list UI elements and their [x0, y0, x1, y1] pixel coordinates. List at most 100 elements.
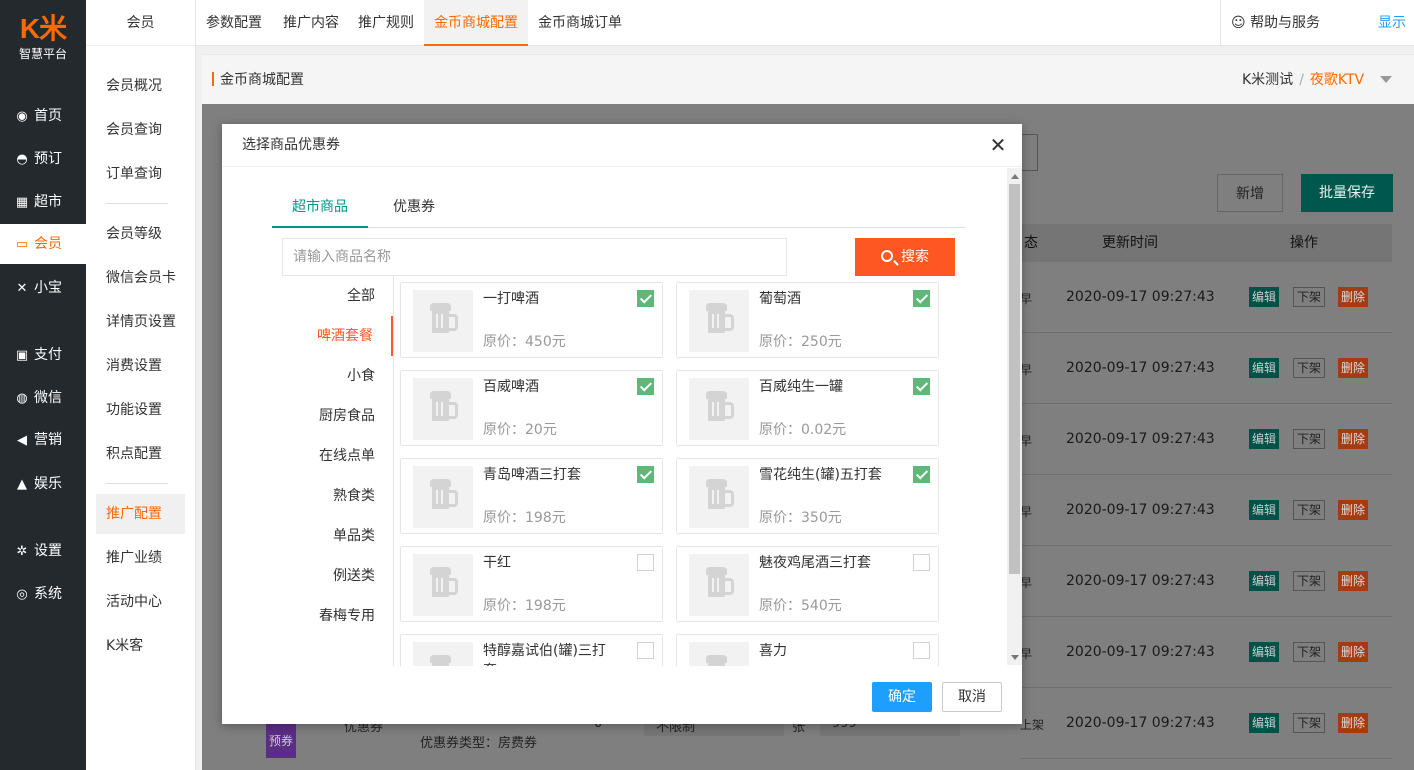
tab-3[interactable]: 金币商城配置 — [424, 0, 528, 46]
sidebar-item-9[interactable]: ✲ 设置 — [0, 531, 86, 571]
edit-button[interactable]: 编辑 — [1249, 429, 1280, 449]
delete-button[interactable]: 删除 — [1338, 429, 1369, 449]
offline-button[interactable]: 下架 — [1293, 571, 1326, 591]
product-checkbox[interactable] — [913, 378, 930, 395]
batch-save-button[interactable]: 批量保存 — [1301, 174, 1393, 212]
submenu-item-7[interactable]: 功能设置 — [96, 390, 185, 430]
offline-button[interactable]: 下架 — [1293, 429, 1326, 449]
help-service-link[interactable]: ☺ 帮助与服务 — [1220, 0, 1380, 46]
offline-button[interactable]: 下架 — [1293, 500, 1326, 520]
product-checkbox[interactable] — [913, 466, 930, 483]
sidebar-item-5[interactable]: ▣ 支付 — [0, 335, 86, 375]
product-checkbox[interactable] — [637, 642, 654, 659]
scrollbar-thumb[interactable] — [1009, 184, 1020, 574]
product-card[interactable]: 青岛啤酒三打套 原价：198元 — [400, 458, 663, 534]
show-link[interactable]: 显示 — [1378, 0, 1406, 46]
product-card[interactable]: 雪花纯生(罐)五打套 原价：350元 — [676, 458, 939, 534]
product-checkbox[interactable] — [913, 642, 930, 659]
category-item[interactable]: 在线点单 — [293, 436, 393, 476]
product-card[interactable]: 干红 原价：198元 — [400, 546, 663, 622]
sidebar-item-label: 设置 — [34, 543, 62, 559]
edit-button[interactable]: 编辑 — [1249, 358, 1280, 378]
category-item[interactable]: 厨房食品 — [293, 396, 393, 436]
product-checkbox[interactable] — [637, 554, 654, 571]
offline-button[interactable]: 下架 — [1293, 713, 1326, 733]
submenu-item-0[interactable]: 会员概况 — [96, 66, 185, 106]
product-card[interactable]: 百威纯生一罐 原价：0.02元 — [676, 370, 939, 446]
edit-button[interactable]: 编辑 — [1249, 287, 1280, 307]
category-item[interactable]: 单品类 — [293, 516, 393, 556]
product-checkbox[interactable] — [637, 378, 654, 395]
sidebar-item-4[interactable]: ✕ 小宝 — [0, 268, 86, 308]
submenu-item-9[interactable]: 推广配置 — [96, 494, 185, 534]
category-item[interactable]: 啤酒套餐 — [293, 316, 393, 356]
category-item[interactable]: 春梅专用 — [293, 596, 393, 636]
submenu-item-1[interactable]: 会员查询 — [96, 110, 185, 150]
category-item[interactable]: 例送类 — [293, 556, 393, 596]
tab-1[interactable]: 推广内容 — [273, 0, 349, 46]
submenu-item-6[interactable]: 消费设置 — [96, 346, 185, 386]
search-button[interactable]: 搜索 — [855, 238, 955, 276]
store-selector[interactable]: K米测试 / 夜歌KTV — [1242, 55, 1364, 105]
submenu-item-4[interactable]: 微信会员卡 — [96, 258, 185, 298]
submenu-item-8[interactable]: 积点配置 — [96, 434, 185, 474]
submenu-item-12[interactable]: K米客 — [96, 626, 185, 666]
scroll-up-icon[interactable] — [1011, 174, 1019, 179]
offline-button[interactable]: 下架 — [1293, 287, 1326, 307]
product-card[interactable]: 魅夜鸡尾酒三打套 原价：540元 — [676, 546, 939, 622]
edit-button[interactable]: 编辑 — [1249, 642, 1280, 662]
tab-supermarket-goods[interactable]: 超市商品 — [272, 190, 368, 228]
product-card[interactable]: 百威啤酒 原价：20元 — [400, 370, 663, 446]
edit-button[interactable]: 编辑 — [1249, 713, 1280, 733]
category-item[interactable]: 熟食类 — [293, 476, 393, 516]
sidebar-item-3[interactable]: ▭ 会员 — [0, 224, 86, 264]
sidebar-item-2[interactable]: ▦ 超市 — [0, 182, 86, 222]
add-button[interactable]: 新增 — [1217, 174, 1283, 212]
sidebar-item-0[interactable]: ◉ 首页 — [0, 96, 86, 136]
category-item[interactable]: 小食 — [293, 356, 393, 396]
confirm-button[interactable]: 确定 — [872, 682, 932, 712]
sidebar-item-1[interactable]: ◓ 预订 — [0, 139, 86, 179]
sidebar-item-7[interactable]: ◀ 营销 — [0, 420, 86, 460]
delete-button[interactable]: 删除 — [1338, 287, 1369, 307]
category-item[interactable]: 全部 — [293, 276, 393, 316]
edit-button[interactable]: 编辑 — [1249, 571, 1280, 591]
product-checkbox[interactable] — [637, 290, 654, 307]
product-checkbox[interactable] — [913, 554, 930, 571]
product-checkbox[interactable] — [637, 466, 654, 483]
delete-button[interactable]: 删除 — [1338, 500, 1369, 520]
delete-button[interactable]: 删除 — [1338, 571, 1369, 591]
cancel-button[interactable]: 取消 — [942, 682, 1002, 712]
edit-button[interactable]: 编辑 — [1249, 500, 1280, 520]
tab-coupons[interactable]: 优惠券 — [373, 190, 455, 228]
submenu-item-2[interactable]: 订单查询 — [96, 154, 185, 194]
product-card[interactable]: 特醇嘉试伯(罐)三打套 — [400, 634, 663, 666]
submenu-item-10[interactable]: 推广业绩 — [96, 538, 185, 578]
breadcrumb: 金币商城配置 K米测试 / 夜歌KTV — [202, 54, 1414, 104]
product-search-input[interactable] — [282, 238, 787, 276]
sidebar-item-6[interactable]: ◍ 微信 — [0, 378, 86, 418]
offline-button[interactable]: 下架 — [1293, 358, 1326, 378]
submenu-item-11[interactable]: 活动中心 — [96, 582, 185, 622]
close-icon[interactable]: ✕ — [988, 134, 1008, 156]
modal-scrollbar[interactable] — [1007, 168, 1022, 665]
delete-button[interactable]: 删除 — [1338, 358, 1369, 378]
wechat-icon: ◍ — [16, 391, 28, 406]
product-card[interactable]: 葡萄酒 原价：250元 — [676, 282, 939, 358]
chevron-down-icon[interactable] — [1380, 76, 1392, 83]
delete-button[interactable]: 删除 — [1338, 642, 1369, 662]
submenu-item-3[interactable]: 会员等级 — [96, 214, 185, 254]
scroll-down-icon[interactable] — [1011, 655, 1019, 660]
delete-button[interactable]: 删除 — [1338, 713, 1369, 733]
tab-0[interactable]: 参数配置 — [196, 0, 272, 46]
sidebar-item-8[interactable]: ▲ 娱乐 — [0, 464, 86, 504]
sidebar-item-label: 微信 — [34, 390, 62, 406]
tab-2[interactable]: 推广规则 — [348, 0, 424, 46]
tab-4[interactable]: 金币商城订单 — [528, 0, 632, 46]
product-card[interactable]: 一打啤酒 原价：450元 — [400, 282, 663, 358]
product-card[interactable]: 喜力 — [676, 634, 939, 666]
product-checkbox[interactable] — [913, 290, 930, 307]
offline-button[interactable]: 下架 — [1293, 642, 1326, 662]
sidebar-item-10[interactable]: ◎ 系统 — [0, 574, 86, 614]
submenu-item-5[interactable]: 详情页设置 — [96, 302, 185, 342]
